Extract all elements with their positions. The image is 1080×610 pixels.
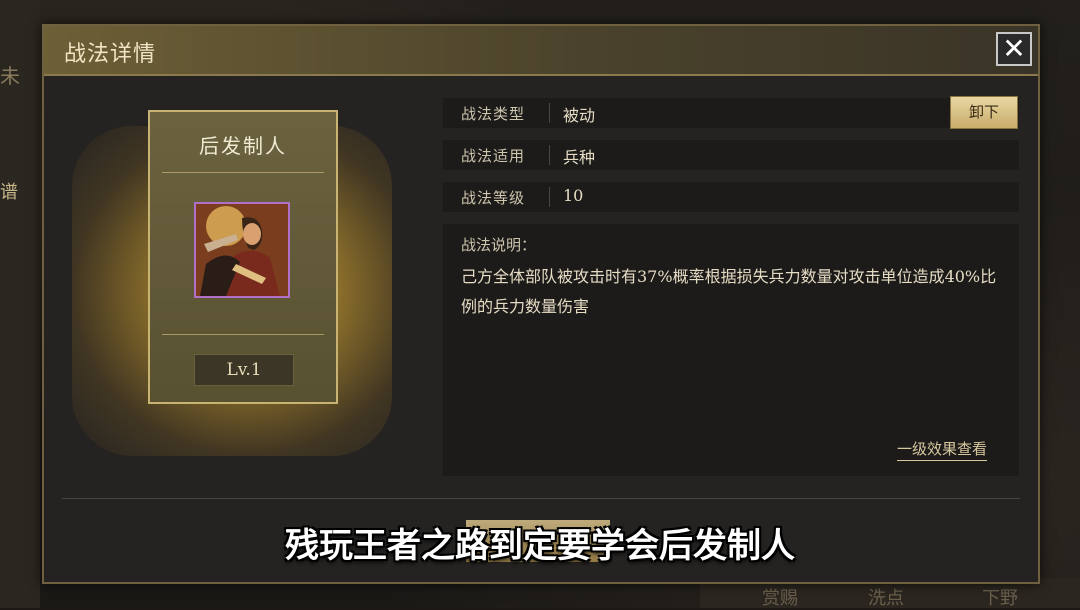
description-panel: 战法说明： 己方全体部队被攻击时有37%概率根据损失兵力数量对攻击单位造成40%… (443, 224, 1019, 476)
dialog-titlebar: 战法详情 ✕ (44, 26, 1038, 76)
info-label: 战法等级 (461, 189, 526, 207)
divider (549, 145, 550, 165)
video-subtitle: 残玩王者之路到定要学会后发制人 (285, 526, 795, 566)
dialog-title: 战法详情 (64, 42, 157, 67)
unequip-button[interactable]: 卸下 (950, 96, 1018, 129)
info-value: 10 (563, 186, 584, 205)
divider (162, 172, 324, 173)
background-text: 未 (0, 64, 20, 88)
level-one-effect-link[interactable]: 一级效果查看 (897, 438, 988, 461)
skill-card: 后发制人 Lv.1 (148, 110, 338, 404)
skill-portrait (194, 202, 290, 298)
background-left-panel (0, 0, 40, 608)
info-value: 兵种 (563, 148, 596, 167)
footer-divider (62, 498, 1020, 499)
info-value: 被动 (563, 106, 596, 125)
divider (549, 187, 550, 207)
description-title: 战法说明： (461, 236, 537, 254)
background-button-reward: 赏赐 (762, 588, 798, 609)
general-portrait-icon (196, 204, 288, 296)
info-label: 战法适用 (461, 147, 526, 165)
info-row-level: 战法等级 10 (443, 182, 1019, 212)
info-row-type: 战法类型 被动 (443, 98, 1019, 128)
skill-detail-dialog: 战法详情 ✕ 后发制人 Lv.1 战法类型 被动 卸下 战法适用 兵种 战法等级… (42, 24, 1040, 584)
background-button-reset: 洗点 (868, 588, 904, 609)
close-button[interactable]: ✕ (996, 32, 1032, 66)
background-text: 谱 (0, 182, 18, 203)
skill-name: 后发制人 (199, 134, 287, 158)
info-row-applicable: 战法适用 兵种 (443, 140, 1019, 170)
close-icon: ✕ (1002, 32, 1026, 65)
divider (162, 334, 324, 335)
description-text: 己方全体部队被攻击时有37%概率根据损失兵力数量对攻击单位造成40%比例的兵力数… (461, 267, 997, 316)
background-button-dismiss: 下野 (982, 588, 1018, 609)
info-label: 战法类型 (461, 105, 526, 123)
level-badge: Lv.1 (194, 354, 294, 386)
divider (549, 103, 550, 123)
